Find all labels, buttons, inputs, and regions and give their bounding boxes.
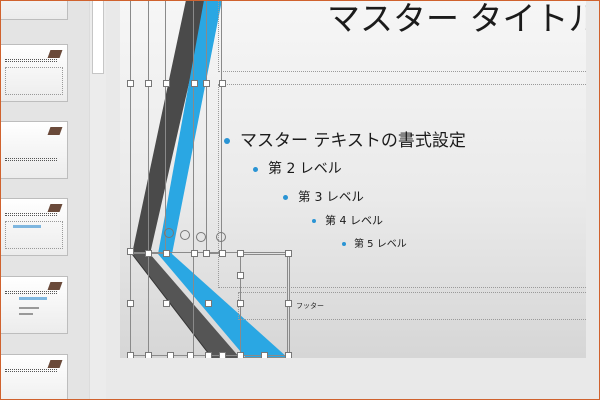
bullet-level-2[interactable]: 第 2 レベル bbox=[253, 158, 342, 178]
selection-outline-shape-c bbox=[206, 0, 222, 254]
slide-thumbnail-4[interactable] bbox=[0, 198, 68, 256]
resize-handle[interactable] bbox=[163, 250, 170, 257]
resize-handle[interactable] bbox=[191, 80, 198, 87]
slide-thumbnail-2[interactable] bbox=[0, 44, 68, 102]
bullet-level-4[interactable]: 第 4 レベル bbox=[312, 212, 383, 228]
thumbnail-text-line bbox=[13, 225, 41, 228]
resize-handle[interactable] bbox=[219, 80, 226, 87]
rotate-handle-icon[interactable] bbox=[196, 232, 206, 242]
bullet-dot-icon bbox=[224, 138, 230, 144]
master-title-text[interactable]: マスター タイトルの bbox=[327, 0, 586, 40]
resize-handle[interactable] bbox=[145, 80, 152, 87]
resize-handle[interactable] bbox=[205, 300, 212, 307]
resize-handle[interactable] bbox=[205, 352, 212, 358]
footer-text[interactable]: フッター bbox=[296, 301, 324, 311]
thumbnail-title-placeholder bbox=[5, 59, 57, 62]
resize-handle[interactable] bbox=[203, 80, 210, 87]
resize-handle[interactable] bbox=[127, 352, 134, 358]
rotate-handle-icon[interactable] bbox=[164, 228, 174, 238]
bullet-dot-icon bbox=[312, 219, 316, 223]
bullet-dot-icon bbox=[253, 166, 258, 172]
thumbnail-logo-icon bbox=[47, 50, 63, 58]
slide-thumbnail-pane[interactable] bbox=[0, 0, 106, 400]
slide-thumbnail-6[interactable] bbox=[0, 354, 68, 400]
slide-thumbnail-5[interactable] bbox=[0, 276, 68, 334]
resize-handle[interactable] bbox=[237, 352, 244, 358]
thumbnail-text-line bbox=[19, 307, 39, 309]
slide-editing-area[interactable]: マスター タイトルの マスター テキストの書式設定 第 2 レベル 第 3 レベ… bbox=[106, 0, 600, 400]
thumbnail-scrollbar-thumb[interactable] bbox=[92, 0, 104, 74]
bullet-level-1[interactable]: マスター テキストの書式設定 bbox=[224, 126, 466, 151]
thumbnail-scrollbar[interactable] bbox=[89, 0, 106, 400]
thumbnail-body-placeholder bbox=[5, 67, 63, 95]
thumbnail-title-placeholder bbox=[5, 158, 57, 161]
resize-handle[interactable] bbox=[191, 250, 198, 257]
resize-handle[interactable] bbox=[163, 80, 170, 87]
resize-handle[interactable] bbox=[261, 352, 268, 358]
bullet-dot-icon bbox=[283, 195, 288, 200]
thumbnail-title-placeholder bbox=[5, 213, 57, 216]
resize-handle[interactable] bbox=[145, 250, 152, 257]
bullet-dot-icon bbox=[342, 242, 346, 246]
thumbnail-title-placeholder bbox=[5, 369, 57, 372]
resize-handle[interactable] bbox=[127, 80, 134, 87]
resize-handle[interactable] bbox=[127, 300, 134, 307]
rotate-handle-icon[interactable] bbox=[216, 232, 226, 242]
resize-handle[interactable] bbox=[237, 300, 244, 307]
thumbnail-text-line bbox=[19, 297, 47, 300]
thumbnail-logo-icon bbox=[47, 360, 63, 368]
resize-handle[interactable] bbox=[285, 300, 292, 307]
thumbnail-logo-icon bbox=[47, 282, 63, 290]
bullet-level-1-label: マスター テキストの書式設定 bbox=[240, 131, 466, 151]
resize-handle[interactable] bbox=[187, 352, 194, 358]
thumbnail-logo-icon bbox=[47, 127, 63, 135]
resize-handle[interactable] bbox=[219, 352, 226, 358]
bullet-level-5-label: 第 5 レベル bbox=[354, 239, 407, 250]
master-slide[interactable]: マスター タイトルの マスター テキストの書式設定 第 2 レベル 第 3 レベ… bbox=[120, 0, 586, 358]
resize-handle[interactable] bbox=[237, 250, 244, 257]
bullet-level-2-label: 第 2 レベル bbox=[268, 161, 342, 177]
slide-thumbnail-1[interactable] bbox=[0, 0, 68, 20]
resize-handle[interactable] bbox=[237, 272, 244, 279]
thumbnail-title-placeholder bbox=[5, 291, 57, 294]
bullet-level-3-label: 第 3 レベル bbox=[298, 189, 364, 204]
bullet-level-3[interactable]: 第 3 レベル bbox=[283, 186, 364, 205]
bullet-level-4-label: 第 4 レベル bbox=[325, 214, 383, 227]
thumbnail-logo-icon bbox=[47, 204, 63, 212]
resize-handle[interactable] bbox=[163, 300, 170, 307]
rotate-handle-icon[interactable] bbox=[180, 230, 190, 240]
resize-handle[interactable] bbox=[203, 250, 210, 257]
resize-handle[interactable] bbox=[285, 250, 292, 257]
resize-handle[interactable] bbox=[285, 352, 292, 358]
resize-handle[interactable] bbox=[219, 250, 226, 257]
resize-handle[interactable] bbox=[145, 352, 152, 358]
selection-outline-shape-e bbox=[240, 254, 290, 358]
resize-handle[interactable] bbox=[127, 248, 134, 255]
bullet-level-5[interactable]: 第 5 レベル bbox=[342, 235, 407, 250]
editor-bottom-margin bbox=[106, 362, 600, 400]
slide-thumbnail-3[interactable] bbox=[0, 121, 68, 179]
thumbnail-text-line bbox=[19, 313, 33, 315]
resize-handle[interactable] bbox=[167, 352, 174, 358]
